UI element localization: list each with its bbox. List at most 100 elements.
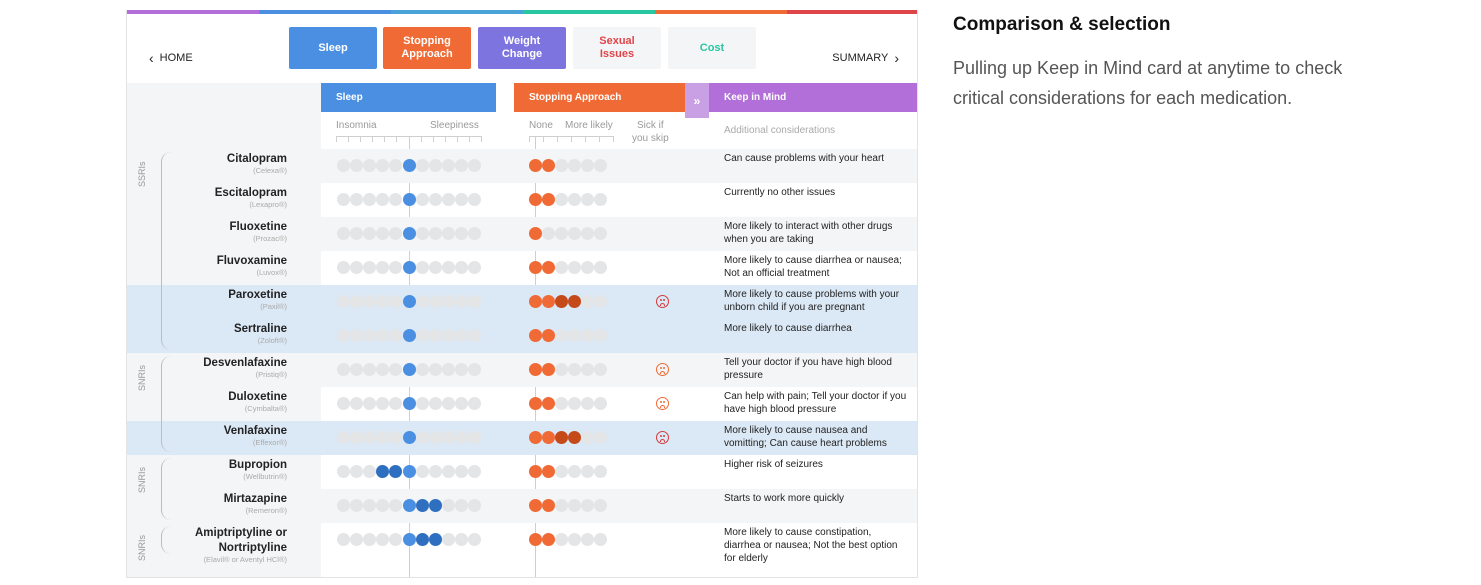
group-bracket — [161, 152, 173, 350]
sleep-dot — [389, 533, 403, 546]
table-row[interactable]: Citalopram (Celexa®) Can cause problems wi… — [127, 149, 917, 183]
caption-panel: Comparison & selection Pulling up Keep i… — [953, 14, 1373, 113]
tab-cost[interactable]: Cost — [668, 27, 756, 69]
group-label: SNRIs — [137, 364, 147, 391]
tab-label: Weight Change — [501, 35, 543, 60]
sleep-dot — [454, 329, 468, 342]
stopping-dot — [581, 261, 594, 274]
table-row[interactable]: Fluvoxamine (Luvox®) More likely to cause … — [127, 251, 917, 285]
keep-in-mind-column-header: Keep in Mind — [709, 83, 917, 112]
medication-name: Amiptriptyline or Nortriptyline — [194, 527, 287, 554]
sleep-dot — [376, 397, 390, 410]
stopping-dot — [542, 261, 555, 274]
stopping-dot — [568, 465, 581, 478]
sleep-dot — [415, 261, 429, 274]
sleep-dot — [350, 227, 364, 240]
sleep-dot — [468, 499, 481, 512]
table-row[interactable]: Amiptriptyline or Nortriptyline (Elavil® … — [127, 523, 917, 577]
keep-in-mind-note: More likely to cause diarrhea or nausea;… — [724, 255, 902, 279]
sleep-dot — [402, 329, 416, 342]
sleep-dot — [454, 431, 468, 444]
expand-keep-in-mind-button[interactable]: » — [685, 83, 709, 118]
keep-in-mind-note: Starts to work more quickly — [724, 493, 845, 504]
table-row[interactable]: Sertraline (Zoloft®) More likely to cause … — [127, 319, 917, 353]
sleep-dot — [428, 533, 442, 546]
sleep-dot — [350, 465, 364, 478]
scale-tick — [585, 137, 586, 142]
sleep-dot — [402, 533, 416, 546]
eye — [659, 401, 662, 403]
scale-tick — [409, 137, 410, 142]
tab-sleep[interactable]: Sleep — [289, 27, 377, 69]
color-bar-segment — [391, 10, 523, 14]
medication-name: Bupropion — [228, 459, 287, 471]
eye — [663, 367, 665, 369]
scale-tick — [384, 137, 385, 142]
sleep-dot — [337, 431, 350, 444]
stopping-dot — [568, 499, 581, 512]
stopping-dot — [529, 397, 542, 410]
sleep-dot — [415, 397, 429, 410]
sleep-dot — [428, 499, 442, 512]
sleep-dot — [337, 533, 350, 546]
stopping-dot — [529, 499, 542, 512]
sleep-dot — [468, 295, 481, 308]
group-label: SNRIs — [137, 534, 147, 561]
table-row[interactable]: Paroxetine (Paxil®) More likely to cause p… — [127, 285, 917, 319]
table-row[interactable]: Escitalopram (Lexapro®) Currently no other… — [127, 183, 917, 217]
summary-button[interactable]: SUMMARY › — [832, 37, 905, 79]
sleep-dot — [389, 465, 403, 478]
stopping-dot — [529, 363, 542, 376]
stopping-dot — [529, 261, 542, 274]
stopping-dot — [581, 431, 594, 444]
sleep-dot — [415, 465, 429, 478]
stopping-dot — [529, 193, 542, 206]
scale-tick — [529, 137, 530, 142]
sleep-dot — [350, 261, 364, 274]
sleep-dot — [468, 227, 481, 240]
stopping-dot — [568, 533, 581, 546]
tab-sexual-issues[interactable]: Sexual Issues — [573, 27, 661, 69]
table-row[interactable]: Duloxetine (Cymbalta®) Can help with pain;… — [127, 387, 917, 421]
table-row[interactable]: Mirtazapine (Remeron®) Starts to work more… — [127, 489, 917, 523]
sleep-dot — [415, 431, 429, 444]
stopping-dot — [568, 295, 581, 308]
tab-weight-change[interactable]: Weight Change — [478, 27, 566, 69]
sleep-dot — [415, 159, 429, 172]
sleep-dot — [350, 193, 364, 206]
home-button[interactable]: ‹ HOME — [143, 37, 193, 79]
tab-label: Sexual Issues — [599, 35, 635, 60]
sleep-dot — [468, 261, 481, 274]
keep-in-mind-note: More likely to cause problems with your … — [724, 289, 900, 313]
medication-name: Desvenlafaxine — [203, 357, 287, 369]
sleep-dot — [468, 465, 481, 478]
sleep-dot — [428, 227, 442, 240]
sleep-dot — [415, 329, 429, 342]
sleep-dot — [468, 431, 481, 444]
sleep-dot — [389, 397, 403, 410]
color-bar-segment — [259, 10, 391, 14]
sleep-dot — [363, 397, 377, 410]
sleep-dot — [337, 193, 350, 206]
sleep-dot — [402, 295, 416, 308]
stopping-dot — [594, 193, 607, 206]
stopping-dot — [581, 329, 594, 342]
sleep-dot — [376, 363, 390, 376]
sleep-dot — [428, 159, 442, 172]
stopping-column-header: Stopping Approach — [514, 83, 685, 112]
sleep-dot — [337, 499, 350, 512]
stopping-dot — [594, 533, 607, 546]
stopping-dot — [568, 193, 581, 206]
stopping-dot — [594, 329, 607, 342]
tab-stopping-approach[interactable]: Stopping Approach — [383, 27, 471, 69]
keep-in-mind-note: More likely to cause nausea and vomittin… — [724, 425, 887, 449]
stopping-dot — [568, 261, 581, 274]
sleep-dot — [468, 363, 481, 376]
table-row[interactable]: Bupropion (Wellbutrin®) Higher risk of sei… — [127, 455, 917, 489]
keep-in-mind-column-title: Keep in Mind — [724, 92, 787, 103]
table-row[interactable]: Desvenlafaxine (Pristiq®) Tell your doctor… — [127, 353, 917, 387]
sleep-dot — [468, 159, 481, 172]
table-row[interactable]: Venlafaxine (Effexor®) More likely to caus… — [127, 421, 917, 455]
tab-label: Cost — [699, 41, 725, 54]
table-row[interactable]: Fluoxetine (Prozac®) More likely to intera… — [127, 217, 917, 251]
